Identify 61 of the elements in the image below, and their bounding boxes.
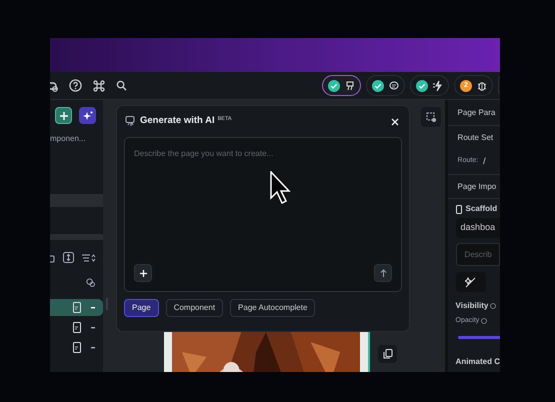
ai-icon	[345, 80, 355, 90]
opacity-slider[interactable]	[458, 334, 500, 340]
arrow-up-icon	[380, 269, 386, 277]
ai-tool-button[interactable]	[456, 272, 486, 292]
plus-icon	[140, 270, 146, 276]
help-icon[interactable]	[69, 79, 82, 92]
search-icon[interactable]	[116, 80, 127, 91]
route-field[interactable]: /	[483, 154, 486, 168]
close-button[interactable]	[390, 116, 400, 126]
bug-icon	[477, 80, 487, 90]
tree-row[interactable]	[50, 299, 104, 316]
ai-page-icon	[125, 116, 136, 127]
check-icon	[328, 80, 340, 92]
status-pill[interactable]	[410, 75, 449, 96]
add-button[interactable]	[55, 107, 72, 124]
prompt-field[interactable]: Describe the page you want to create...	[125, 138, 401, 258]
sparkle-icon	[82, 110, 92, 120]
frame-settings-button[interactable]	[421, 107, 442, 127]
list-sort-icon[interactable]	[82, 252, 96, 262]
lock-icon[interactable]	[50, 252, 55, 262]
widget-name: Scaffold	[466, 203, 498, 215]
section-heading[interactable]: Page Para	[458, 106, 496, 118]
section-heading[interactable]: Route Set	[458, 132, 494, 144]
widget-icon	[73, 342, 82, 353]
name-field[interactable]: dashboa	[456, 218, 500, 238]
frame-gear-icon	[425, 111, 438, 123]
mode-tab[interactable]: Page	[124, 299, 159, 317]
attach-button[interactable]	[134, 264, 152, 282]
copy-button[interactable]	[378, 345, 398, 363]
widget-icon	[73, 302, 82, 313]
check-icon	[372, 80, 384, 92]
chat-icon	[389, 80, 399, 90]
command-icon[interactable]	[93, 80, 105, 92]
ai-button[interactable]	[79, 107, 96, 124]
plus-icon	[60, 112, 68, 120]
tree-item-label[interactable]: mponen...	[50, 133, 104, 145]
mouse-cursor-icon	[270, 171, 291, 204]
caret-icon[interactable]	[91, 326, 96, 328]
wand-icon	[465, 276, 476, 288]
status-pill[interactable]	[366, 75, 405, 96]
close-icon	[391, 118, 399, 126]
mode-tab[interactable]: Component	[166, 299, 224, 317]
mode-tab[interactable]: Page Autocomplete	[230, 299, 316, 317]
phone-icon	[456, 204, 462, 214]
dialog-title: Generate with AI	[140, 114, 215, 128]
info-icon	[481, 318, 488, 324]
status-pill[interactable]	[322, 75, 361, 96]
info-icon	[490, 303, 496, 309]
prompt-box[interactable]: Describe the page you want to create...	[124, 137, 402, 292]
widget-icon	[73, 322, 82, 333]
vertical-resize-icon[interactable]	[63, 252, 74, 263]
field-label: Visibility	[456, 300, 488, 312]
section-heading[interactable]: Page Impo	[458, 180, 496, 192]
copy-icon	[382, 349, 393, 359]
caret-icon[interactable]	[91, 306, 96, 308]
link-icon[interactable]	[86, 278, 96, 287]
lightning-icon	[433, 80, 443, 90]
check-icon	[416, 80, 428, 92]
section-heading[interactable]: Animated C	[456, 356, 500, 366]
send-button[interactable]	[374, 264, 392, 282]
caret-icon[interactable]	[91, 346, 96, 348]
